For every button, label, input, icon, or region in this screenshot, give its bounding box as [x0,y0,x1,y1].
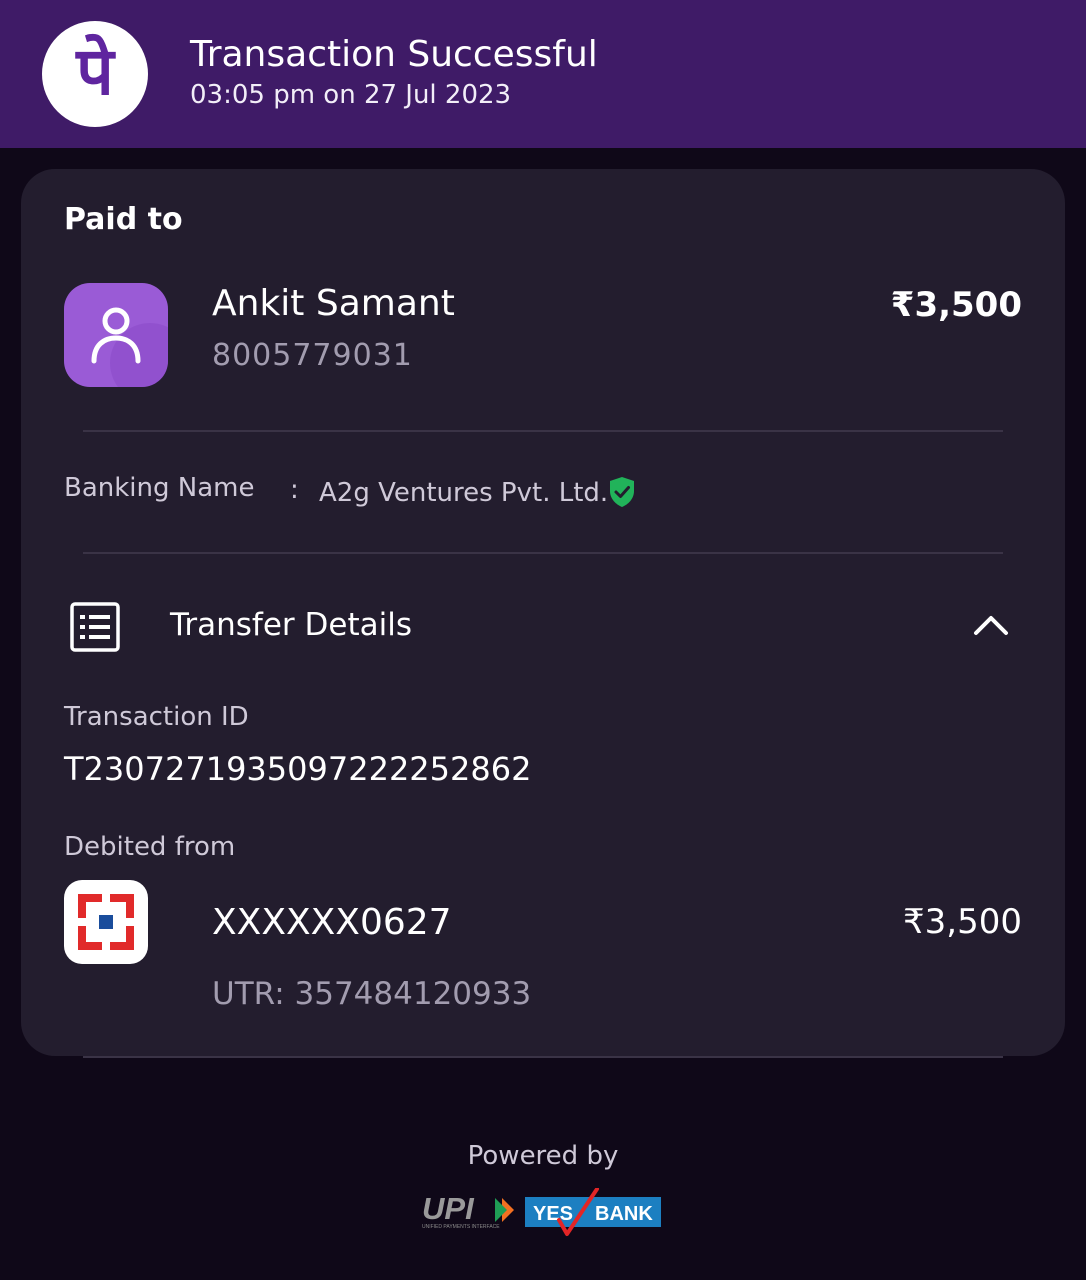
divider [83,430,1003,432]
yes-logo-text: YES [533,1203,573,1225]
debit-account-number: XXXXXX0627 [212,902,452,943]
receipt-list-icon [70,602,120,656]
banking-name-separator: : [290,475,299,505]
upi-logo-text: UPI [422,1192,475,1226]
phonepe-logo-glyph: पे [76,33,114,110]
banking-name-value: A2g Ventures Pvt. Ltd. [319,478,609,508]
payee-phone: 8005779031 [212,338,413,373]
transaction-id-value[interactable]: T2307271935097222252862 [64,750,531,788]
paid-amount: ₹3,500 [890,285,1022,325]
bank-logo-text: BANK [595,1203,653,1225]
verified-shield-icon [608,476,636,512]
utr-number[interactable]: UTR: 357484120933 [212,976,531,1012]
person-icon [64,283,168,387]
phonepe-logo: पे [42,21,148,127]
divider [83,1056,1003,1058]
divider [83,552,1003,554]
transaction-id-label: Transaction ID [64,702,249,732]
transaction-status-title: Transaction Successful [190,34,598,75]
payee-name: Ankit Samant [212,283,455,324]
hdfc-bank-logo [64,880,148,964]
banking-name-label: Banking Name [64,473,255,503]
chevron-up-icon[interactable] [972,612,1010,642]
upi-logo: UPI UNIFIED PAYMENTS INTERFACE [420,1191,520,1236]
yes-bank-logo: YES BANK [525,1187,665,1242]
debited-from-label: Debited from [64,832,236,862]
transfer-details-title[interactable]: Transfer Details [170,607,412,643]
status-header: पे Transaction Successful 03:05 pm on 27… [0,0,1086,148]
paid-to-label: Paid to [64,202,183,237]
upi-logo-subtext: UNIFIED PAYMENTS INTERFACE [422,1224,500,1230]
powered-by-label: Powered by [467,1141,619,1171]
transaction-datetime: 03:05 pm on 27 Jul 2023 [190,80,512,110]
debited-amount: ₹3,500 [903,902,1022,942]
